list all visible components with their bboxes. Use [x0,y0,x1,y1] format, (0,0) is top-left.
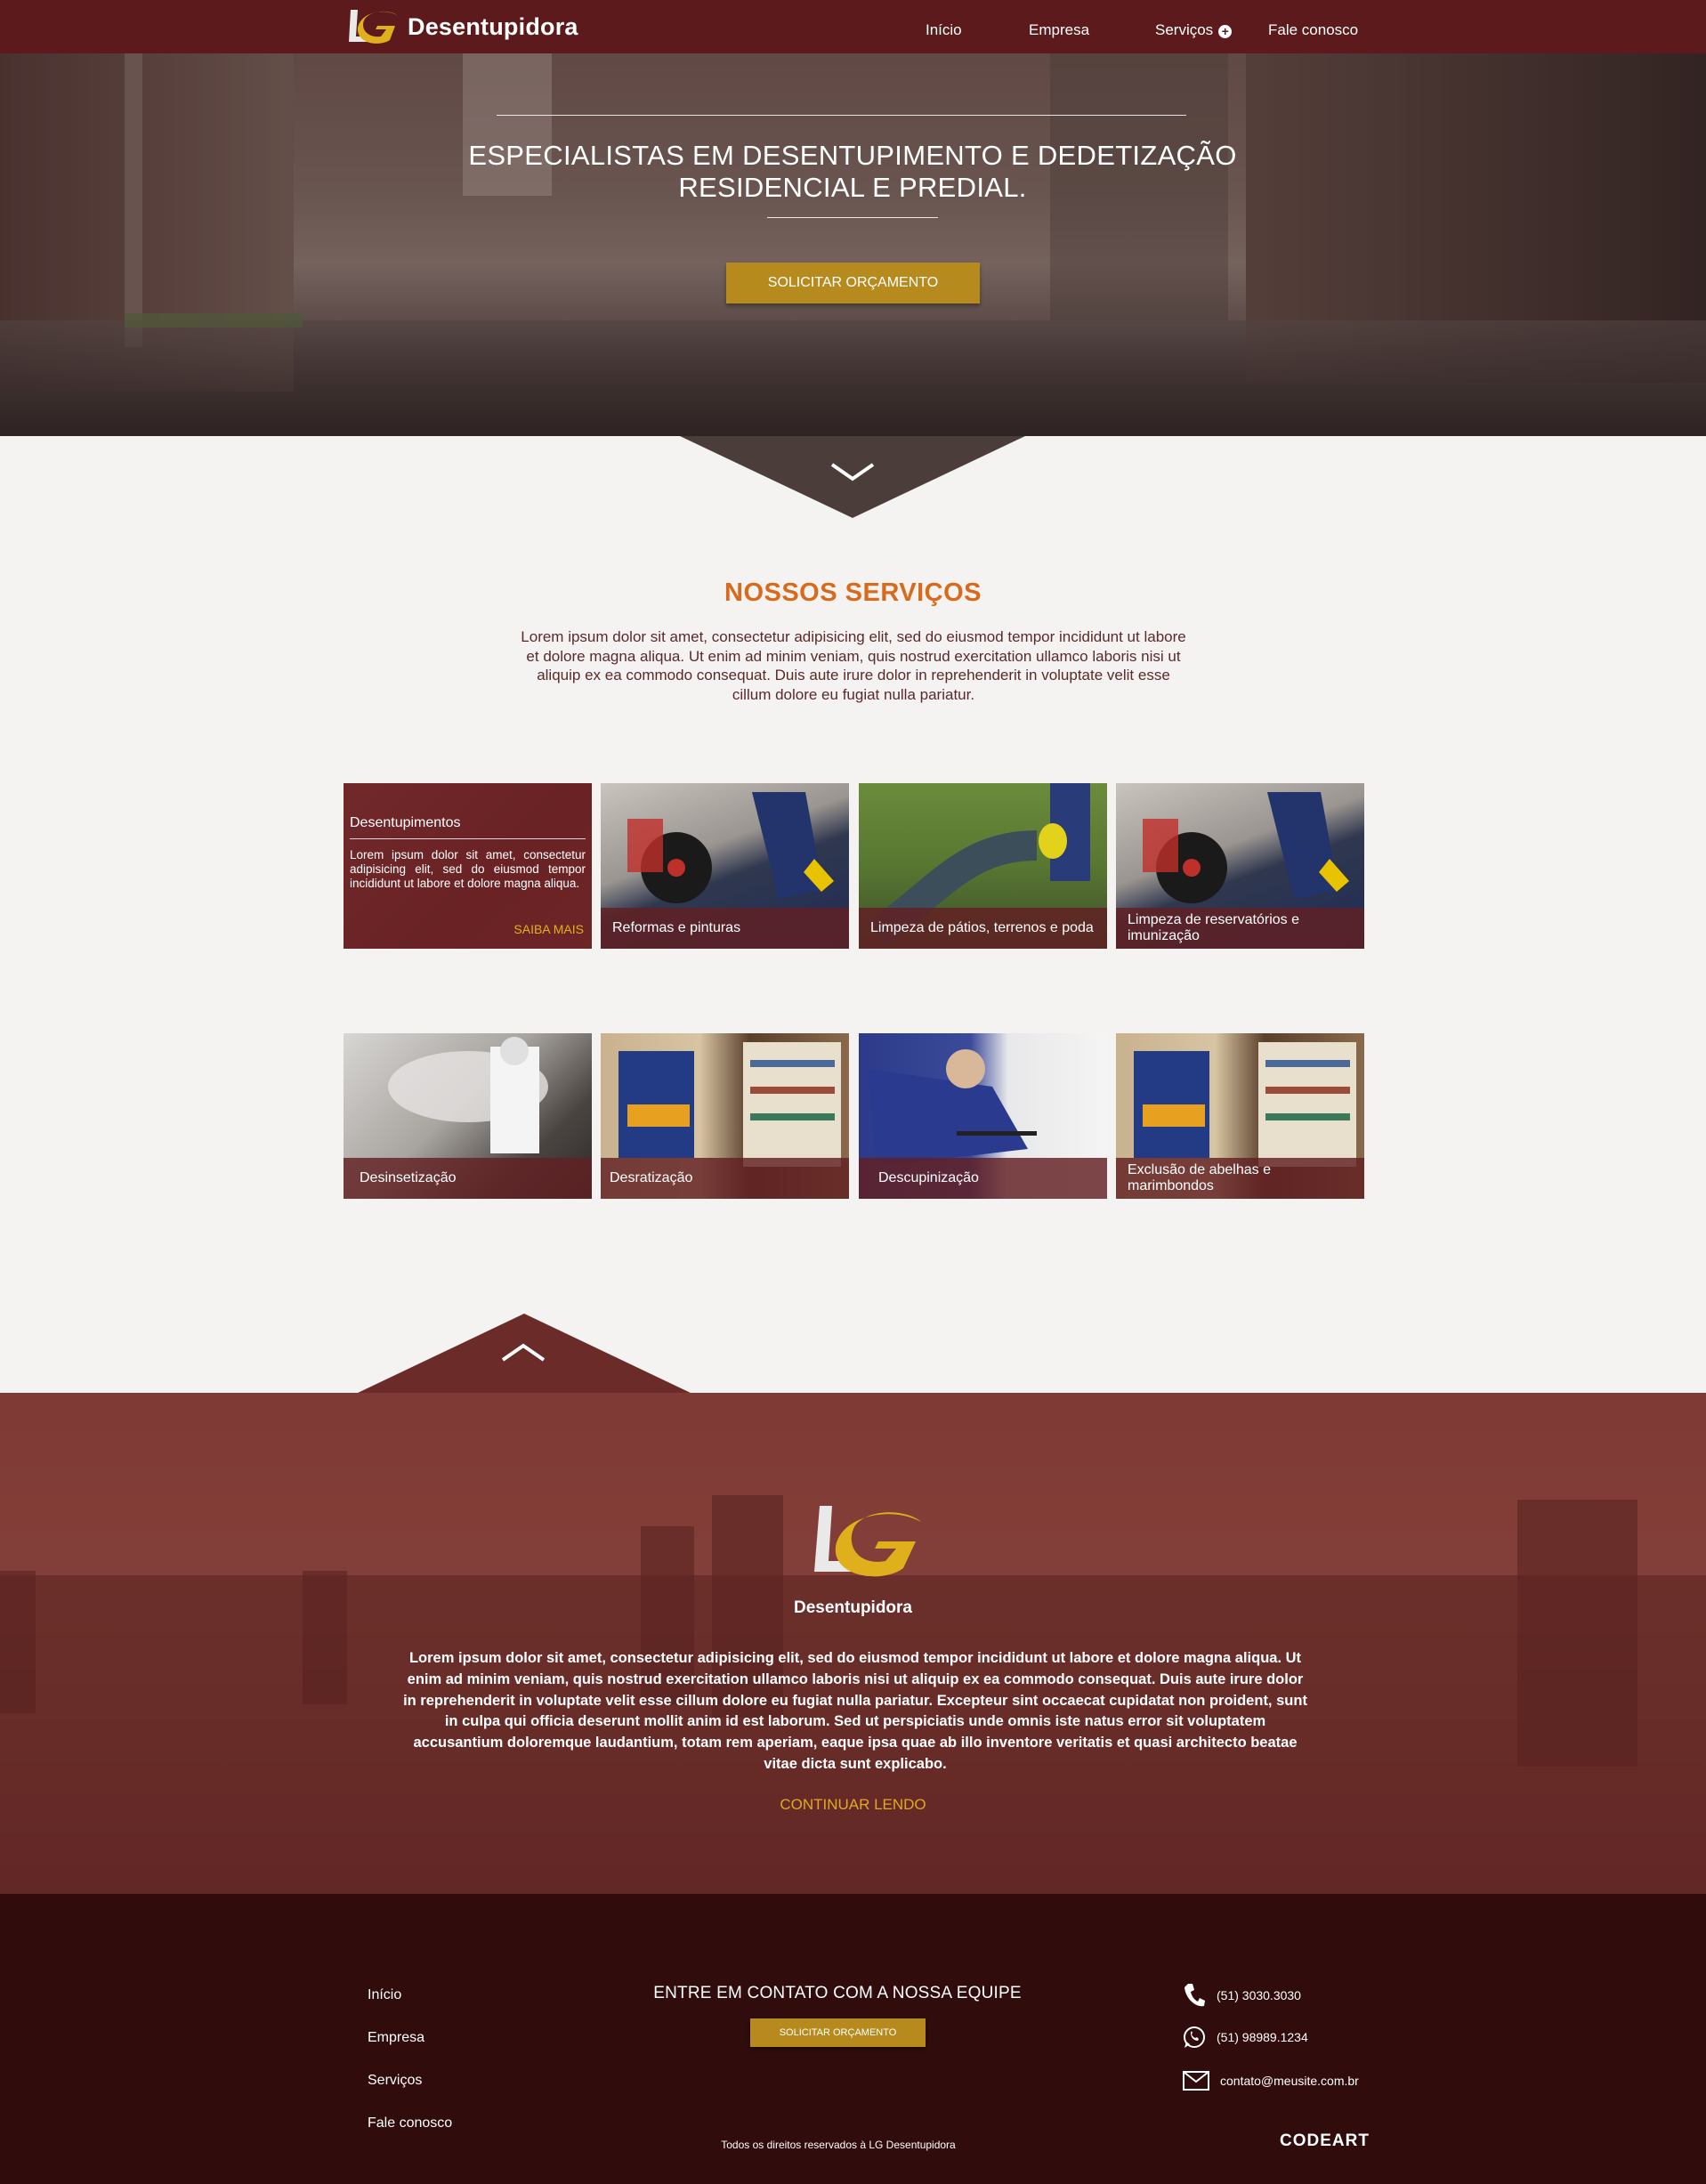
email-address: contato@meusite.com.br [1220,2074,1359,2088]
scroll-up-notch[interactable] [356,1314,692,1394]
footer-email[interactable]: contato@meusite.com.br [1183,2071,1359,2091]
envelope-icon [1183,2071,1209,2091]
footer-link-inicio[interactable]: Início [368,1987,401,2003]
nav-fale-conosco[interactable]: Fale conosco [1268,21,1358,39]
footer-link-fale-conosco[interactable]: Fale conosco [368,2115,452,2131]
nav-servicos-label: Serviços [1155,21,1214,38]
service-caption: Desinsetização [344,1158,592,1199]
service-featured-text: Lorem ipsum dolor sit amet, consectetur … [350,848,586,890]
about-section [0,1393,1706,1894]
service-tile[interactable]: Desinsetização [344,1033,592,1199]
hero-overlay [0,53,1706,436]
copyright: Todos os direitos reservados à LG Desent… [721,2139,956,2151]
service-featured-title: Desentupimentos [350,815,461,830]
service-caption: Limpeza de pátios, terrenos e poda [859,908,1107,949]
continue-reading-link[interactable]: CONTINUAR LENDO [0,1796,1706,1814]
nav-servicos[interactable]: Serviços + [1155,21,1233,39]
service-caption: Exclusão de abelhas e marimbondos [1116,1158,1364,1199]
scroll-down-notch[interactable] [680,436,1025,518]
nav-empresa[interactable]: Empresa [1029,21,1089,39]
saiba-mais-link[interactable]: SAIBA MAIS [513,922,584,936]
hero-title-line1: ESPECIALISTAS EM DESENTUPIMENTO E DEDETI… [468,140,1237,171]
service-tile[interactable]: Desratização [601,1033,849,1199]
agency-logo[interactable]: CODEART [1280,2131,1370,2151]
service-tile[interactable]: Exclusão de abelhas e marimbondos [1116,1033,1364,1199]
footer-link-empresa[interactable]: Empresa [368,2030,424,2046]
service-caption: Reformas e pinturas [601,908,849,949]
services-title: NOSSOS SERVIÇOS [724,578,982,607]
about-overlay [0,1393,1706,1894]
phone-icon [1184,1984,1205,2007]
hero-top-rule [497,115,1186,116]
hero-title: ESPECIALISTAS EM DESENTUPIMENTO E DEDETI… [408,140,1298,204]
hero-banner: ESPECIALISTAS EM DESENTUPIMENTO E DEDETI… [0,53,1706,436]
footer-whatsapp[interactable]: (51) 98989.1234 [1183,2026,1308,2049]
lg-logo-icon [349,10,397,44]
header-logo[interactable]: Desentupidora [345,5,578,48]
service-tile[interactable]: Reformas e pinturas [601,783,849,949]
service-tile-desentupimentos[interactable]: Desentupimentos Lorem ipsum dolor sit am… [344,783,592,949]
site-header: Desentupidora Início Empresa Serviços + F… [0,0,1706,53]
whatsapp-icon [1184,2026,1205,2048]
whatsapp-number: (51) 98989.1234 [1217,2030,1308,2044]
hero-title-line2: RESIDENCIAL E PREDIAL. [678,172,1027,203]
request-quote-button[interactable]: SOLICITAR ORÇAMENTO [726,263,980,303]
nav-inicio[interactable]: Início [926,21,962,39]
hero-bottom-rule [767,217,938,218]
footer-phone[interactable]: (51) 3030.3030 [1183,1982,1301,2009]
footer-request-quote-button[interactable]: SOLICITAR ORÇAMENTO [750,2018,926,2047]
service-tile[interactable]: Limpeza de pátios, terrenos e poda [859,783,1107,949]
about-brand: Desentupidora [793,1598,913,1617]
services-intro: Lorem ipsum dolor sit amet, consectetur … [521,628,1186,703]
service-tile[interactable]: Limpeza de reservatórios e imunização [1116,783,1364,949]
header-brand: Desentupidora [408,12,578,40]
contact-title: ENTRE EM CONTATO COM A NOSSA EQUIPE [653,1984,1022,2002]
panel-divider [350,838,586,839]
service-tile[interactable]: Descupinização [859,1033,1107,1199]
service-featured-panel: Desentupimentos Lorem ipsum dolor sit am… [344,783,592,949]
lg-logo-large-icon [814,1506,921,1577]
footer-link-servicos[interactable]: Serviços [368,2073,422,2089]
about-text: Lorem ipsum dolor sit amet, consectetur … [403,1650,1307,1772]
service-caption: Limpeza de reservatórios e imunização [1116,908,1364,949]
plus-icon: + [1218,25,1233,38]
phone-number: (51) 3030.3030 [1217,1988,1301,2002]
service-caption: Descupinização [859,1158,1107,1199]
service-caption: Desratização [601,1158,849,1199]
